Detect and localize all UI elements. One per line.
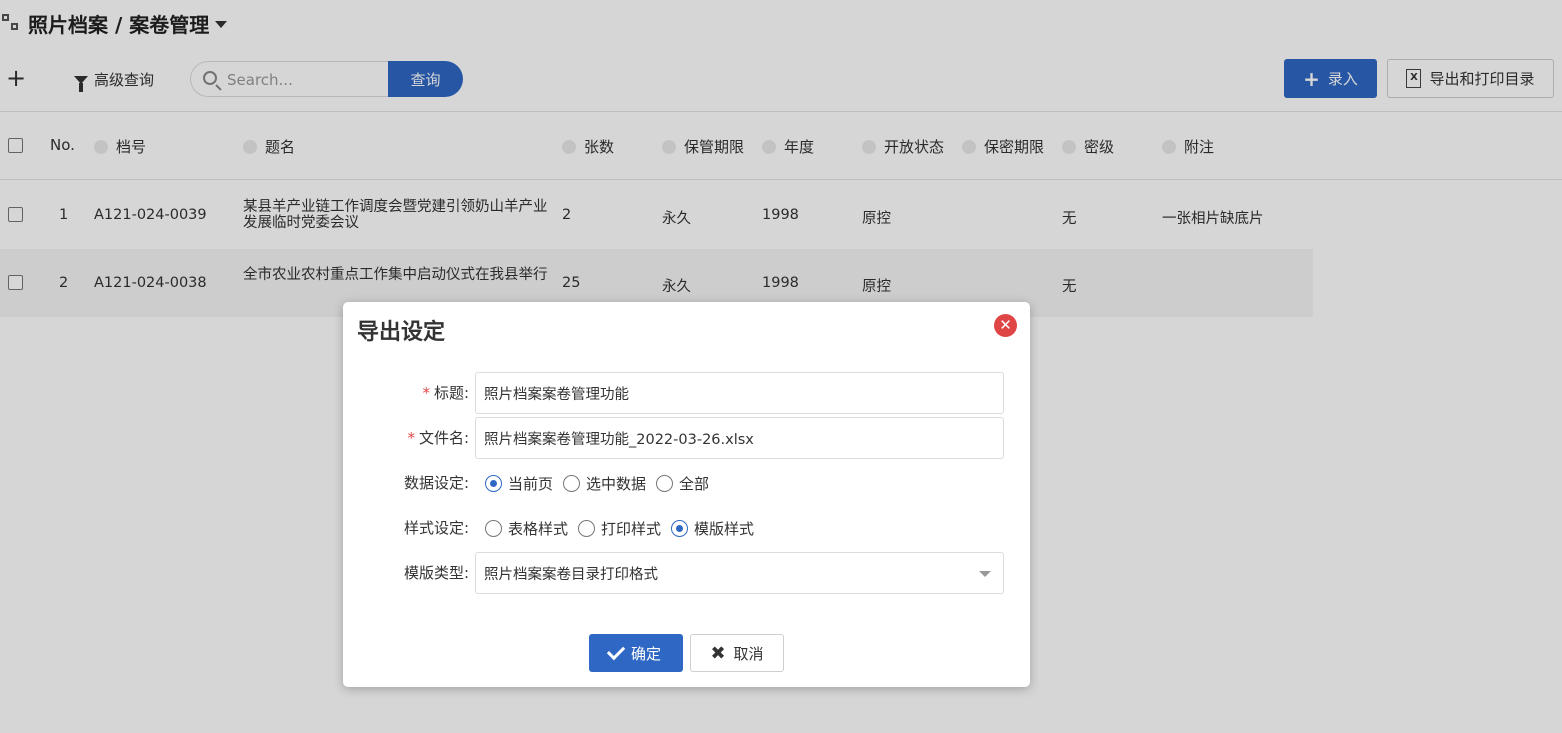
cancel-button[interactable]: ✖ 取消 [690,634,784,672]
radio-all[interactable] [656,475,674,492]
title-field-label: * 标题: [422,384,469,402]
template-type-value: 照片档案案卷目录打印格式 [484,566,658,583]
style-setting-radios: 表格样式 打印样式 模版样式 [485,518,764,539]
check-icon [606,641,626,661]
radio-selected-data[interactable] [563,475,581,492]
filename-field[interactable]: 照片档案案卷管理功能_2022-03-26.xlsx [475,417,1004,459]
radio-template-style[interactable] [671,520,689,537]
close-icon[interactable]: ✕ [994,314,1017,337]
cancel-label: 取消 [733,644,764,663]
confirm-label: 确定 [630,644,661,663]
cancel-x-icon: ✖ [710,642,726,664]
filename-field-label: * 文件名: [407,429,469,447]
chevron-down-icon [979,571,991,577]
radio-print-style[interactable] [578,520,596,537]
template-type-select[interactable]: 照片档案案卷目录打印格式 [475,552,1004,594]
template-type-label: 模版类型: [403,564,469,582]
data-setting-label: 数据设定: [403,474,469,492]
export-settings-dialog: 导出设定 ✕ * 标题: 照片档案案卷管理功能 * 文件名: 照片档案案卷管理功能_… [343,302,1030,687]
style-setting-label: 样式设定: [403,519,469,537]
confirm-button[interactable]: 确定 [589,634,683,672]
radio-table-style[interactable] [485,520,502,537]
data-setting-radios: 当前页 选中数据 全部 [485,473,719,494]
radio-current-page[interactable] [485,475,502,492]
title-field[interactable]: 照片档案案卷管理功能 [475,372,1004,414]
dialog-title: 导出设定 [357,320,446,345]
